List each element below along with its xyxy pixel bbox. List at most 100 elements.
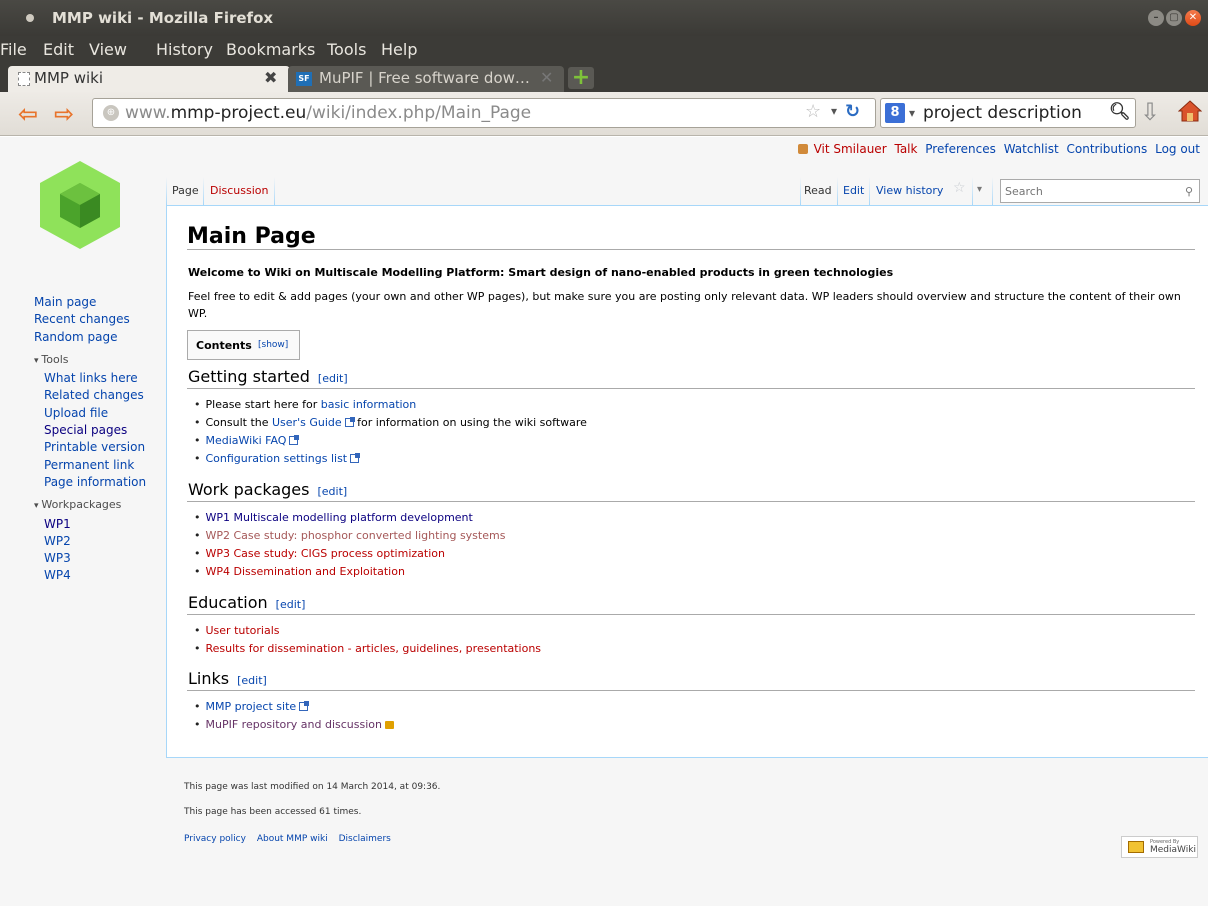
list-item: Please start here for basic information	[194, 396, 587, 414]
preferences-link[interactable]: Preferences	[925, 142, 996, 156]
sidebar-item-wp3[interactable]: WP3	[44, 550, 146, 567]
edit-section-link[interactable]: [edit]	[237, 674, 267, 687]
url-text[interactable]: www.mmp-project.eu/wiki/index.php/Main_P…	[125, 103, 531, 123]
basic-information-link[interactable]: basic information	[321, 398, 417, 411]
getting-started-list: Please start here for basic information …	[194, 396, 587, 468]
tab-separator	[992, 177, 993, 205]
globe-icon[interactable]: ⊕	[103, 105, 119, 121]
toc-show-toggle[interactable]: [show]	[258, 340, 288, 350]
intro-paragraph: Feel free to edit & add pages (your own …	[188, 290, 1181, 320]
web-search-bar[interactable]: 8 ▾ 🔍︎	[880, 98, 1136, 128]
mediawiki-faq-link[interactable]: MediaWiki FAQ	[206, 434, 287, 447]
wp2-link[interactable]: WP2 Case study: phosphor converted light…	[206, 529, 506, 542]
menu-file[interactable]: File	[0, 40, 27, 59]
mmp-project-site-link[interactable]: MMP project site	[206, 700, 297, 713]
sidebar-item-main-page[interactable]: Main page	[34, 294, 146, 311]
mupif-repository-link[interactable]: MuPIF repository and discussion	[206, 718, 382, 731]
home-icon[interactable]	[1178, 100, 1202, 122]
watchlist-link[interactable]: Watchlist	[1004, 142, 1059, 156]
wiki-search-box[interactable]: ⚲	[1000, 179, 1200, 203]
tab-discussion[interactable]: Discussion	[210, 184, 269, 197]
tab-mupif[interactable]: SF MuPIF | Free software dow… ✕	[288, 66, 564, 92]
menu-help[interactable]: Help	[381, 40, 417, 59]
tab-close-icon[interactable]: ✕	[540, 68, 553, 87]
wp3-link[interactable]: WP3 Case study: CIGS process optimizatio…	[206, 547, 445, 560]
contributions-link[interactable]: Contributions	[1067, 142, 1148, 156]
wp4-link[interactable]: WP4 Dissemination and Exploitation	[206, 565, 405, 578]
list-item: User tutorials	[194, 622, 541, 640]
edit-section-link[interactable]: [edit]	[318, 372, 348, 385]
watch-star-icon[interactable]: ☆	[953, 180, 966, 196]
sidebar-item-wp2[interactable]: WP2	[44, 533, 146, 550]
user-tutorials-link[interactable]: User tutorials	[206, 624, 280, 637]
menu-tools[interactable]: Tools	[327, 40, 366, 59]
sidebar-item-upload-file[interactable]: Upload file	[44, 405, 146, 422]
minimize-icon[interactable]: –	[1148, 10, 1164, 26]
sidebar: Main page Recent changes Random page Too…	[34, 294, 146, 585]
about-link[interactable]: About MMP wiki	[257, 834, 328, 844]
menu-edit[interactable]: Edit	[43, 40, 74, 59]
tab-read[interactable]: Read	[804, 184, 832, 197]
bookmark-star-icon[interactable]: ☆	[805, 101, 821, 122]
configuration-settings-link[interactable]: Configuration settings list	[206, 452, 348, 465]
section-heading-getting-started: Getting started [edit]	[188, 367, 348, 386]
list-item: Configuration settings list	[194, 450, 587, 468]
sidebar-item-page-information[interactable]: Page information	[44, 474, 146, 491]
links-list: MMP project site MuPIF repository and di…	[194, 698, 394, 734]
url-bar[interactable]: ⊕ www.mmp-project.eu/wiki/index.php/Main…	[92, 98, 876, 128]
forward-arrow-icon[interactable]: ⇨	[54, 100, 74, 128]
google-plus-icon[interactable]: 8	[885, 103, 905, 123]
tab-separator	[972, 177, 973, 205]
new-tab-plus-icon[interactable]: +	[568, 67, 594, 89]
education-list: User tutorials Results for dissemination…	[194, 622, 542, 658]
search-engine-dropdown-icon[interactable]: ▾	[909, 106, 915, 120]
wiki-logo-icon[interactable]	[34, 159, 126, 251]
tab-close-icon[interactable]: ✖	[264, 68, 277, 87]
sidebar-workpackages-heading[interactable]: Workpackages	[34, 496, 146, 515]
sidebar-item-recent-changes[interactable]: Recent changes	[34, 311, 146, 328]
user-link[interactable]: Vit Smilauer	[814, 142, 887, 156]
mediawiki-text: MediaWiki	[1150, 845, 1196, 855]
menu-view[interactable]: View	[89, 40, 127, 59]
close-icon[interactable]: ✕	[1185, 10, 1201, 26]
talk-link[interactable]: Talk	[894, 142, 917, 156]
sidebar-item-permanent-link[interactable]: Permanent link	[44, 457, 146, 474]
toc-title: Contents	[196, 339, 252, 352]
back-arrow-icon[interactable]: ⇦	[18, 100, 38, 128]
web-search-input[interactable]	[923, 102, 1103, 124]
menu-bookmarks[interactable]: Bookmarks	[226, 40, 315, 59]
wiki-search-input[interactable]	[1005, 183, 1175, 199]
sidebar-item-wp1[interactable]: WP1	[44, 516, 146, 533]
edit-section-link[interactable]: [edit]	[276, 598, 306, 611]
more-actions-dropdown-icon[interactable]: ▾	[977, 184, 982, 195]
welcome-text: Welcome to Wiki on Multiscale Modelling …	[188, 266, 894, 279]
search-icon[interactable]: 🔍︎	[1109, 102, 1131, 122]
tab-mmp-wiki[interactable]: MMP wiki ✖	[8, 66, 290, 92]
user-icon	[797, 144, 808, 154]
sidebar-item-special-pages[interactable]: Special pages	[44, 422, 146, 439]
sidebar-item-wp4[interactable]: WP4	[44, 567, 146, 584]
sidebar-tools-heading[interactable]: Tools	[34, 351, 146, 370]
sidebar-item-what-links-here[interactable]: What links here	[44, 370, 146, 387]
tab-view-history[interactable]: View history	[876, 184, 943, 197]
window-menu-dot-icon[interactable]	[26, 14, 34, 22]
results-dissemination-link[interactable]: Results for dissemination - articles, gu…	[206, 642, 542, 655]
wp1-link[interactable]: WP1 Multiscale modelling platform develo…	[206, 511, 473, 524]
privacy-policy-link[interactable]: Privacy policy	[184, 834, 246, 844]
powered-by-mediawiki-badge[interactable]: Powered By MediaWiki	[1121, 836, 1198, 858]
download-arrow-icon[interactable]: ⇩	[1140, 98, 1160, 126]
sidebar-item-related-changes[interactable]: Related changes	[44, 387, 146, 404]
reload-icon[interactable]: ↻	[845, 101, 860, 122]
menu-history[interactable]: History	[156, 40, 213, 59]
disclaimers-link[interactable]: Disclaimers	[339, 834, 391, 844]
edit-section-link[interactable]: [edit]	[317, 485, 347, 498]
search-icon[interactable]: ⚲	[1185, 185, 1193, 198]
maximize-icon[interactable]: ▢	[1166, 10, 1182, 26]
tab-edit[interactable]: Edit	[843, 184, 864, 197]
sidebar-item-printable-version[interactable]: Printable version	[44, 439, 146, 456]
tab-page[interactable]: Page	[172, 184, 199, 197]
logout-link[interactable]: Log out	[1155, 142, 1200, 156]
users-guide-link[interactable]: User's Guide	[272, 416, 342, 429]
sidebar-item-random-page[interactable]: Random page	[34, 329, 146, 346]
url-dropdown-icon[interactable]: ▾	[831, 104, 837, 118]
